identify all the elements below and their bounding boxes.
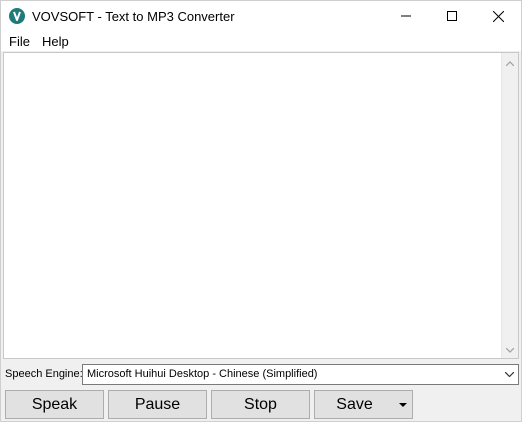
menu-file[interactable]: File (9, 34, 30, 49)
window-title: VOVSOFT - Text to MP3 Converter (32, 9, 235, 24)
speech-engine-label: Speech Engine: (5, 368, 83, 380)
menu-help[interactable]: Help (42, 34, 69, 49)
stop-button-label: Stop (244, 395, 277, 413)
minimize-icon (401, 11, 411, 21)
pause-button[interactable]: Pause (108, 390, 207, 419)
maximize-button[interactable] (429, 1, 475, 31)
stop-button[interactable]: Stop (211, 390, 310, 419)
speech-engine-select[interactable]: Microsoft Huihui Desktop - Chinese (Simp… (82, 364, 519, 385)
chevron-down-icon[interactable] (501, 365, 518, 384)
close-button[interactable] (475, 1, 521, 31)
speak-button[interactable]: Speak (5, 390, 104, 419)
menu-bar: File Help (1, 31, 521, 51)
save-dropdown-arrow-icon[interactable] (398, 391, 408, 418)
save-button-label: Save (336, 395, 373, 413)
save-button[interactable]: Save (314, 390, 413, 419)
speech-engine-value: Microsoft Huihui Desktop - Chinese (Simp… (87, 368, 318, 380)
speak-button-label: Speak (31, 395, 78, 413)
title-bar[interactable]: VOVSOFT - Text to MP3 Converter (1, 1, 521, 31)
main-window: VOVSOFT - Text to MP3 Converter File Hel… (0, 0, 522, 422)
scroll-up-button[interactable] (502, 54, 518, 70)
pause-button-label: Pause (134, 395, 181, 413)
chevron-down-icon (505, 340, 515, 358)
vertical-scrollbar[interactable] (501, 53, 518, 358)
scroll-down-button[interactable] (502, 341, 518, 357)
close-icon (492, 10, 504, 22)
text-input-area[interactable] (3, 52, 519, 359)
chevron-up-icon (505, 53, 515, 71)
minimize-button[interactable] (383, 1, 429, 31)
maximize-icon (447, 11, 457, 21)
vovsoft-logo-icon (9, 8, 25, 24)
